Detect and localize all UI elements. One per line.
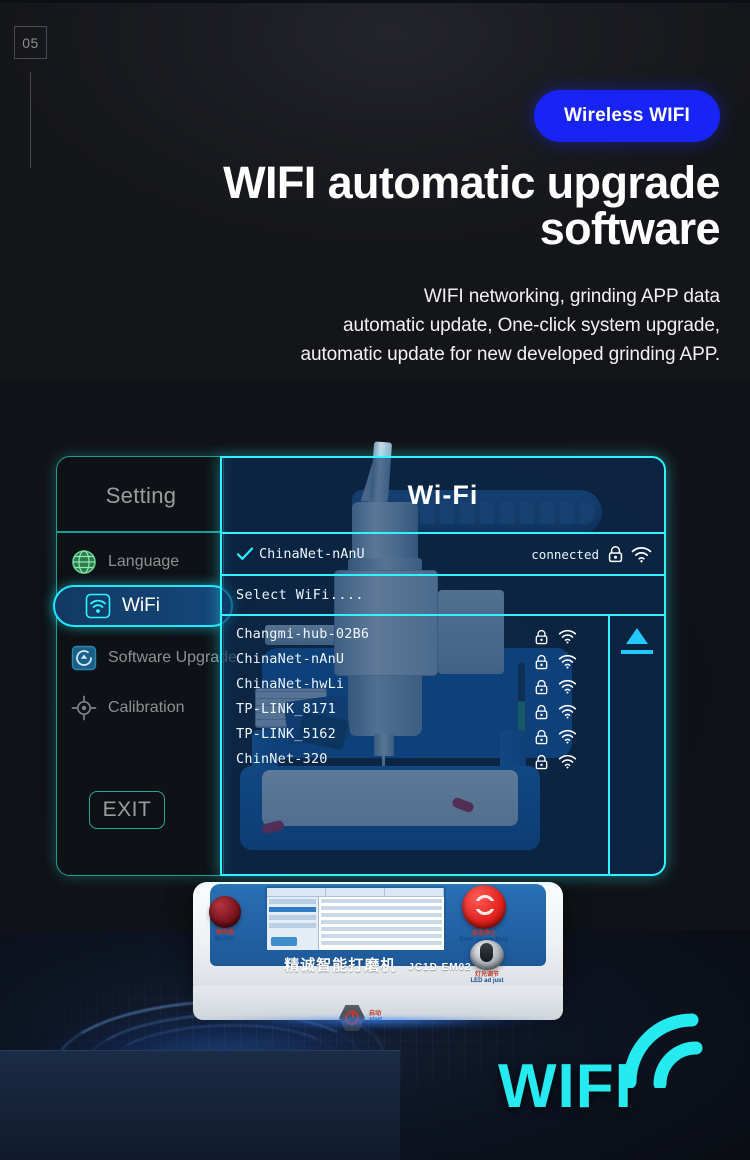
wifi-watermark-text: WIFI [498,1052,633,1121]
led-caption: 灯光调节 LED ad just [452,972,522,985]
network-icons-row [534,649,608,674]
subtitle-line1: WIFI networking, grinding APP data [423,286,720,307]
console-screen-exit [271,937,297,946]
wifi-icon [85,593,111,619]
sidebar-item-calibration-label: Calibration [108,699,185,716]
list-item[interactable]: Changmi-hub-02B6 [236,622,534,647]
network-icons-row [534,699,608,724]
wireless-wifi-pill: Wireless WIFI [534,90,720,142]
upgrade-icon [71,645,97,671]
select-wifi-row[interactable]: Select WiFi.... [222,576,664,616]
list-item[interactable]: ChinaNet-hwLi [236,672,534,697]
subtitle-line3: automatic update for new developed grind… [300,344,721,365]
sidebar-item-calibration[interactable]: Calibration [57,685,225,731]
console-screen-sidebar [267,897,319,950]
settings-title: Setting [105,483,177,508]
lock-icon [534,654,549,670]
connected-network-ssid: ChinaNet-nAnU [259,546,365,562]
wifi-network-icons [534,616,608,874]
triangle-up-icon[interactable] [626,628,648,644]
wifi-signal-icon [558,754,577,769]
console-screen-body [267,897,444,950]
page-title: WIFI automatic upgrade software [160,160,720,252]
wifi-signal-icon [631,546,652,563]
wifi-signal-icon [558,704,577,719]
lock-icon [534,704,549,720]
machine-under-glow [196,1018,558,1034]
buzzer-caption-en: Buzzer [215,936,235,943]
page-title-line2: upgrade software [539,157,721,254]
list-item[interactable]: ChinaNet-nAnU [236,647,534,672]
lock-icon [534,629,549,645]
emergency-stop-icon [462,885,506,929]
wifi-signal-icon [558,679,577,694]
connected-network-row[interactable]: ChinaNet-nAnU connected [222,534,664,576]
scroll-thumb[interactable] [621,650,653,654]
console-screen-list [319,897,444,950]
sidebar-item-wifi-label: WiFi [122,595,160,616]
sidebar-item-software-upgrade-label: Software Upgrade [108,649,237,666]
buzzer-caption: 蜂鸣器 Buzzer [203,930,247,943]
wifi-arc-icon [620,1008,740,1091]
connected-status-label: connected [531,546,599,562]
wifi-panel: Wi-Fi ChinaNet-nAnU connected Select WiF… [220,456,666,876]
lock-icon [607,545,624,563]
wifi-signal-icon [558,629,577,644]
led-caption-en: LED ad just [470,978,504,985]
led-knob-icon [470,940,504,970]
wifi-network-names: Changmi-hub-02B6 ChinaNet-nAnU ChinaNet-… [222,616,534,874]
page-title-line1: WIFI automatic [223,157,535,208]
wifi-signal-icon [558,654,577,669]
index-rule [30,72,31,168]
console-screen-header [267,888,444,897]
sidebar-item-language[interactable]: Language [57,539,225,585]
wifi-network-list: Changmi-hub-02B6 ChinaNet-nAnU ChinaNet-… [222,616,664,874]
subtitle-line2: automatic update, One-click system upgra… [343,315,720,336]
machine-console-screen [265,886,446,952]
lock-icon [534,754,549,770]
buzzer-knob-icon [209,896,241,928]
sidebar-item-software-upgrade[interactable]: Software Upgrade [57,635,237,681]
wifi-list-scrollbar[interactable] [608,616,664,874]
machine-brand-cn: 精诚智能打磨机 [284,957,397,974]
globe-icon [71,549,97,575]
target-icon [71,695,97,721]
network-icons-row [534,749,608,774]
list-item[interactable]: ChinNet-320 [236,747,534,772]
sidebar-item-wifi[interactable]: WiFi [53,585,233,627]
list-item[interactable]: TP-LINK_5162 [236,722,534,747]
wifi-signal-icon [558,729,577,744]
list-item[interactable]: TP-LINK_8171 [236,697,534,722]
network-icons-row [534,724,608,749]
sidebar-item-language-label: Language [108,553,180,570]
network-icons-row [534,674,608,699]
index-badge: 05 [14,26,47,59]
page-subtitle: WIFI networking, grinding APP data autom… [150,282,721,369]
lock-icon [534,729,549,745]
lock-icon [534,679,549,695]
network-icons-row [534,624,608,649]
settings-divider [57,531,225,533]
bg-top-edge [0,0,750,3]
check-icon [236,545,254,563]
settings-sidebar: Setting Language WiFi Software Upgrade C [53,456,237,876]
exit-button[interactable]: EXIT [89,791,165,829]
settings-overlay: Setting Language WiFi Software Upgrade C [53,456,666,876]
wifi-panel-title: Wi-Fi [222,458,664,534]
